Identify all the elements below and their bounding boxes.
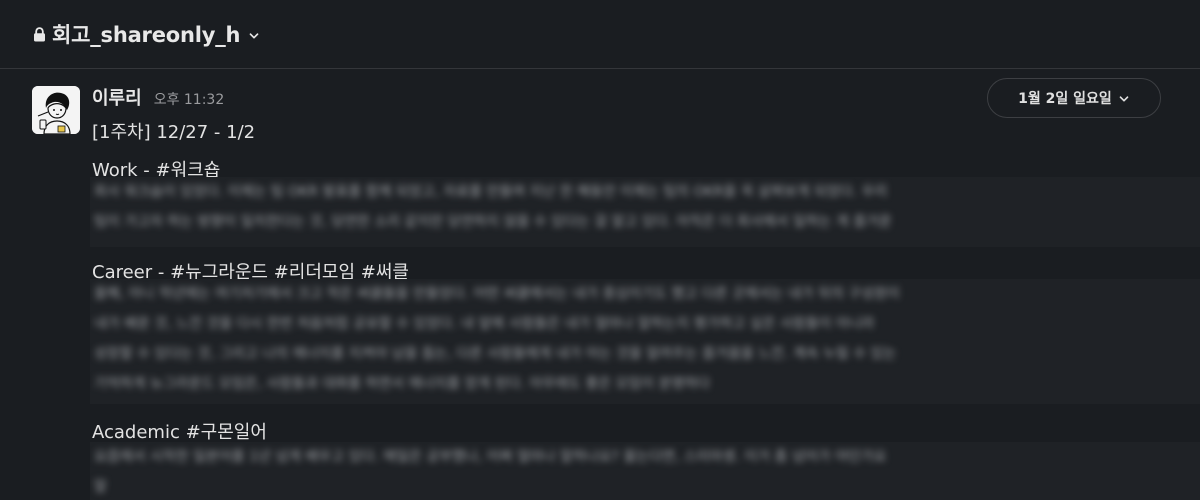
blurred-line: 성장할 수 있다는 것, 그리고 나의 에너지를 지켜야 남을 돕는, 다른 사… [94, 346, 897, 362]
channel-name: 회고_shareonly_h [52, 23, 241, 47]
blurred-line: 올해, 아니 작년에는 여기저기에서 크고 작은 써클들을 만들었다. 어떤 써… [94, 286, 900, 302]
blurred-line: 기억하게 뉴그라운드 모임은, 사람들과 대화를 하면서 에너지를 얻게 된다.… [94, 376, 711, 392]
lock-icon [34, 27, 45, 42]
section-heading-academic: Academic #구몬일어 [92, 422, 267, 443]
blurred-line: 내가 배운 것, 느낀 것을 다시 한번 처음처럼 공유할 수 있었다. 내 앞… [94, 316, 875, 332]
blurred-line: 팀이 가고자 하는 방향이 일치한다는 것, 당연한 소리 같지만 당연하지 않… [94, 214, 892, 230]
channel-name-button[interactable]: 회고_shareonly_h [33, 19, 260, 49]
avatar-illustration [32, 86, 80, 134]
blurred-text-block: 회사 워크숍이 있었다. 이제는 팀 OKR 발표를 함께 되었고, 자료를 만… [90, 177, 1200, 247]
blurred-line: 요즘에서 시작한 일본어를 1년 넘게 배우고 있다. 매일은 공부했나, 어쩌… [94, 449, 887, 465]
chevron-down-icon [249, 32, 259, 39]
author-name[interactable]: 이루리 [92, 84, 142, 110]
date-divider-button[interactable]: 1월 2일 일요일 [987, 78, 1161, 118]
date-label: 1월 2일 일요일 [1018, 91, 1112, 107]
blurred-text-block: 요즘에서 시작한 일본어를 1년 넘게 배우고 있다. 매일은 공부했나, 어쩌… [90, 442, 1200, 500]
message-header: 이루리 오후 11:32 [92, 84, 224, 110]
blurred-line: 회사 워크숍이 있었다. 이제는 팀 OKR 발표를 함께 되었고, 자료를 만… [94, 184, 888, 200]
message: 이루리 오후 11:32 1월 2일 일요일 [1주차] 12/27 - 1/2… [0, 70, 1200, 500]
message-timestamp[interactable]: 오후 11:32 [154, 89, 225, 109]
blurred-line: 말 [94, 479, 107, 495]
week-title: [1주차] 12/27 - 1/2 [92, 122, 256, 143]
chevron-down-icon [1119, 95, 1129, 102]
blurred-text-block: 올해, 아니 작년에는 여기저기에서 크고 작은 써클들을 만들었다. 어떤 써… [90, 279, 1200, 404]
avatar[interactable] [32, 86, 80, 134]
channel-header: 회고_shareonly_h [0, 0, 1200, 69]
slack-channel-view: 회고_shareonly_h 이루리 오후 11:32 1월 2일 일요일 [1… [0, 0, 1200, 500]
